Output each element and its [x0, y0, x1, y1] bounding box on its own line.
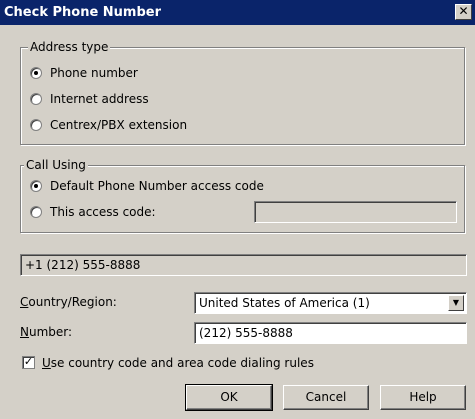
country-label: Country/Region: [20, 295, 117, 309]
radio-button[interactable] [30, 180, 42, 192]
radio-button[interactable] [30, 206, 42, 218]
window-title: Check Phone Number [4, 5, 162, 20]
radio-label: Centrex/PBX extension [50, 118, 188, 132]
number-label: Number: [20, 325, 73, 339]
radio-label: Phone number [50, 66, 138, 80]
radio-label: Default Phone Number access code [50, 179, 264, 193]
address-type-legend: Address type [28, 40, 111, 54]
radio-phone-number[interactable]: Phone number [30, 64, 138, 82]
chevron-down-icon[interactable]: ▼ [448, 295, 464, 311]
ok-button[interactable]: OK [185, 384, 273, 411]
radio-button[interactable] [30, 119, 42, 131]
radio-this-access-code[interactable]: This access code: [30, 203, 156, 221]
number-input[interactable]: (212) 555-8888 [194, 322, 467, 344]
radio-internet-address[interactable]: Internet address [30, 90, 149, 108]
country-value: United States of America (1) [199, 296, 370, 310]
close-icon[interactable]: ✕ [455, 4, 472, 20]
radio-centrex-extension[interactable]: Centrex/PBX extension [30, 116, 187, 134]
radio-label: Internet address [50, 92, 149, 106]
cancel-button[interactable]: Cancel [283, 385, 369, 410]
help-button[interactable]: Help [380, 385, 466, 410]
access-code-input[interactable] [254, 201, 457, 223]
country-select[interactable]: United States of America (1) ▼ [194, 292, 467, 314]
dialing-rules-checkbox[interactable]: ✓ [22, 356, 35, 369]
phone-preview-field: +1 (212) 555-8888 [20, 254, 467, 276]
radio-default-access-code[interactable]: Default Phone Number access code [30, 177, 264, 195]
radio-label: This access code: [50, 205, 156, 219]
dialing-rules-label: Use country code and area code dialing r… [42, 356, 314, 370]
radio-button[interactable] [30, 93, 42, 105]
radio-button[interactable] [30, 67, 42, 79]
title-bar: Check Phone Number ✕ [0, 0, 475, 25]
call-using-legend: Call Using [24, 158, 88, 172]
